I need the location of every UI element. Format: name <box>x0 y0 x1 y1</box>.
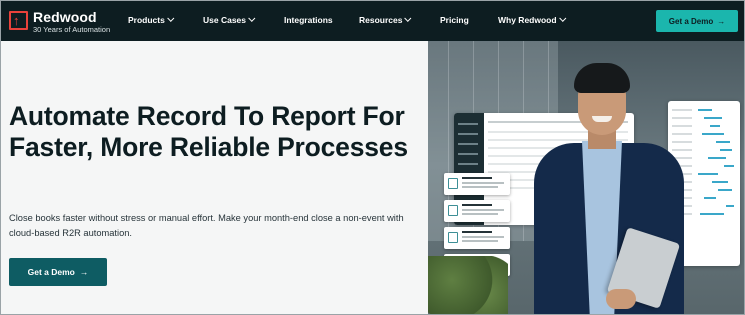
nav-item-label: Resources <box>359 15 403 25</box>
button-label: Get a Demo <box>668 16 714 26</box>
button-label: Get a Demo <box>27 267 75 277</box>
chevron-down-icon <box>167 14 175 22</box>
arrow-right-icon: → <box>79 267 89 277</box>
nav-item-products[interactable]: Products <box>128 14 175 25</box>
get-demo-button-hero[interactable]: Get a Demo → <box>9 258 107 286</box>
nav-item-label: Why Redwood <box>498 15 557 25</box>
arrow-right-icon: → <box>717 16 726 26</box>
feature-card <box>444 227 510 249</box>
top-navbar: ↑ Redwood 30 Years of Automation Product… <box>1 1 744 41</box>
hero-image <box>428 41 744 314</box>
businessman-photo <box>524 59 694 314</box>
page-frame: ↑ Redwood 30 Years of Automation Product… <box>0 0 745 315</box>
feature-card <box>444 173 510 195</box>
nav-item-label: Use Cases <box>203 15 247 25</box>
nav-item-why-redwood[interactable]: Why Redwood <box>498 14 566 25</box>
chevron-down-icon <box>404 14 412 22</box>
redwood-arrow-logo-icon: ↑ <box>9 11 28 30</box>
get-demo-button-header[interactable]: Get a Demo → <box>656 10 738 32</box>
hero-subtitle: Close books faster without stress or man… <box>9 213 404 238</box>
document-icon <box>448 178 458 189</box>
mail-icon <box>448 232 458 243</box>
hero-text-panel: Automate Record To Report For Faster, Mo… <box>1 41 428 314</box>
nav-item-label: Pricing <box>440 15 469 25</box>
nav-item-label: Integrations <box>284 15 333 25</box>
nav-item-use-cases[interactable]: Use Cases <box>203 14 256 25</box>
chevron-down-icon <box>558 14 566 22</box>
nav-item-integrations[interactable]: Integrations <box>284 15 333 25</box>
feature-card <box>444 200 510 222</box>
hero-title: Automate Record To Report For Faster, Mo… <box>9 101 408 162</box>
nav-item-pricing[interactable]: Pricing <box>440 15 469 25</box>
brand-tagline: 30 Years of Automation <box>33 25 111 34</box>
brand-name: Redwood <box>33 9 97 25</box>
nav-item-resources[interactable]: Resources <box>359 14 412 25</box>
chevron-down-icon <box>248 14 256 22</box>
document-icon <box>448 205 458 216</box>
brand-logo[interactable]: ↑ Redwood 30 Years of Automation <box>9 9 119 34</box>
plants-background <box>428 256 508 314</box>
nav-item-label: Products <box>128 15 165 25</box>
